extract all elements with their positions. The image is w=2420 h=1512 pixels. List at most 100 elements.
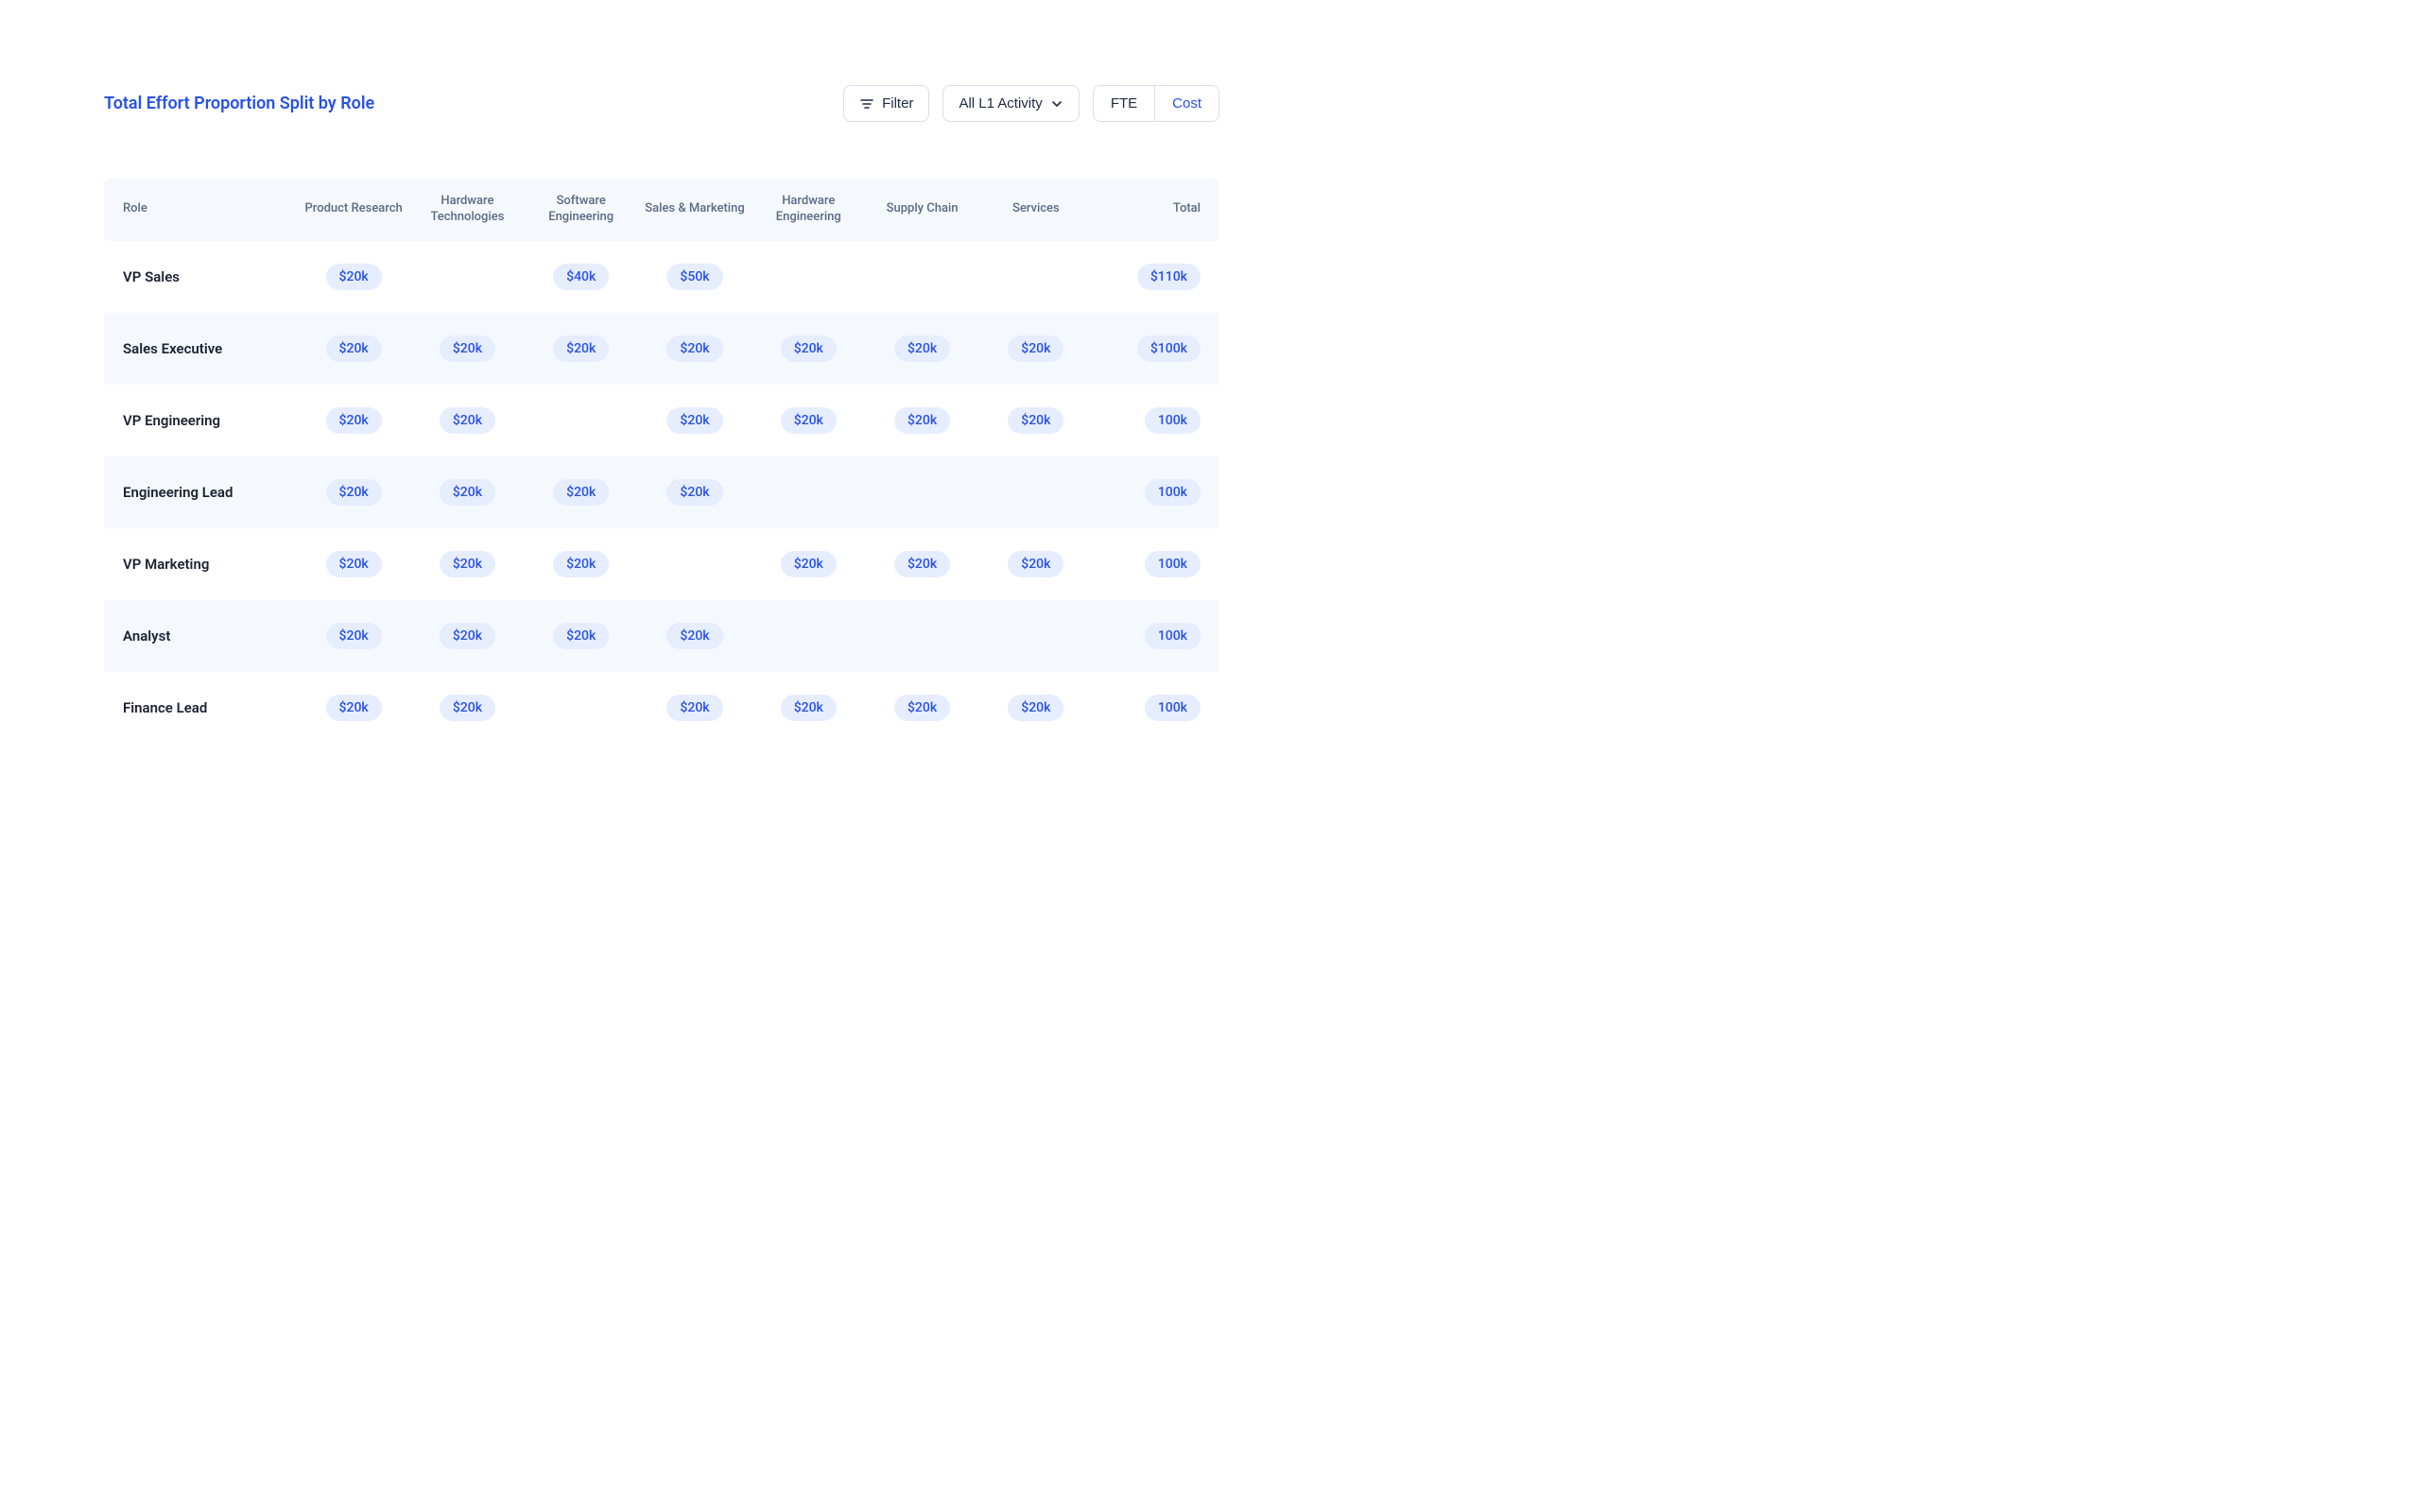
value-cell: $20k [301, 695, 406, 721]
value-pill: $20k [326, 479, 382, 506]
value-cell: $20k [869, 551, 975, 577]
effort-table: Role Product Research Hardware Technolog… [104, 179, 1219, 744]
role-name: Finance Lead [123, 699, 293, 716]
value-cell: $20k [414, 407, 520, 434]
value-cell: $20k [642, 407, 748, 434]
value-cell: $20k [869, 335, 975, 362]
value-pill: $20k [326, 623, 382, 649]
value-pill: $20k [666, 335, 722, 362]
value-pill: $20k [894, 335, 950, 362]
table-row: VP Engineering$20k$20k$20k$20k$20k$20k10… [104, 385, 1219, 456]
value-cell: $20k [528, 335, 634, 362]
activity-dropdown[interactable]: All L1 Activity [942, 85, 1079, 122]
total-pill: $110k [1137, 264, 1201, 290]
value-cell: $20k [301, 479, 406, 506]
value-pill: $20k [666, 695, 722, 721]
total-cell: 100k [1097, 479, 1201, 506]
metric-toggle: FTE Cost [1093, 85, 1219, 122]
total-cell: 100k [1097, 551, 1201, 577]
value-pill: $20k [553, 623, 609, 649]
total-cell: $110k [1097, 264, 1201, 290]
toggle-cost[interactable]: Cost [1155, 86, 1219, 121]
value-pill: $20k [1008, 407, 1063, 434]
total-pill: 100k [1145, 407, 1201, 434]
value-pill: $20k [894, 407, 950, 434]
value-cell: $20k [755, 695, 861, 721]
value-cell: $40k [528, 264, 634, 290]
value-pill: $20k [326, 264, 382, 290]
value-cell: $20k [528, 551, 634, 577]
value-pill: $20k [666, 479, 722, 506]
toggle-fte[interactable]: FTE [1094, 86, 1155, 121]
value-pill: $20k [440, 623, 495, 649]
value-pill: $20k [781, 695, 837, 721]
value-pill: $20k [894, 551, 950, 577]
col-sales-marketing: Sales & Marketing [642, 201, 748, 217]
total-pill: 100k [1145, 695, 1201, 721]
col-hardware-technologies: Hardware Technologies [414, 194, 520, 226]
value-cell: $20k [642, 479, 748, 506]
table-row: Finance Lead $20k $20k $20k $20k $20k $20k 100k [104, 672, 1219, 744]
table-row: Sales Executive$20k$20k$20k$20k$20k$20k$… [104, 313, 1219, 385]
col-services: Services [983, 201, 1089, 217]
total-pill: 100k [1145, 479, 1201, 506]
value-pill: $20k [666, 407, 722, 434]
activity-label: All L1 Activity [959, 95, 1042, 112]
header-controls: Filter All L1 Activity FTE Cost [843, 85, 1219, 122]
value-pill: $20k [553, 551, 609, 577]
value-pill: $20k [1008, 695, 1063, 721]
value-cell: $20k [642, 335, 748, 362]
value-cell: $20k [414, 479, 520, 506]
role-name: VP Sales [123, 268, 293, 285]
table-header: Role Product Research Hardware Technolog… [104, 179, 1219, 241]
value-pill: $20k [781, 335, 837, 362]
value-pill: $20k [781, 551, 837, 577]
value-pill: $20k [440, 479, 495, 506]
value-pill: $20k [326, 695, 382, 721]
chevron-down-icon [1050, 97, 1063, 111]
col-hardware-engineering: Hardware Engineering [755, 194, 861, 226]
value-pill: $20k [440, 407, 495, 434]
value-pill: $20k [326, 551, 382, 577]
table-row: VP Marketing $20k $20k $20k $20k $20k $20k 100k [104, 528, 1219, 600]
col-role: Role [123, 201, 293, 217]
total-cell: 100k [1097, 623, 1201, 649]
value-cell: $20k [983, 695, 1089, 721]
value-pill: $20k [553, 479, 609, 506]
value-cell: $20k [869, 407, 975, 434]
filter-button[interactable]: Filter [843, 85, 929, 122]
value-cell: $20k [528, 479, 634, 506]
value-pill: $20k [553, 335, 609, 362]
role-name: Analyst [123, 627, 293, 644]
value-pill: $20k [894, 695, 950, 721]
total-cell: 100k [1097, 407, 1201, 434]
table-row: VP Sales $20k $40k $50k $110k [104, 241, 1219, 313]
value-pill: $20k [1008, 335, 1063, 362]
value-cell: $20k [301, 335, 406, 362]
value-cell: $20k [642, 695, 748, 721]
value-cell: $20k [301, 551, 406, 577]
total-pill: $100k [1137, 335, 1201, 362]
total-cell: 100k [1097, 695, 1201, 721]
value-cell: $20k [528, 623, 634, 649]
value-pill: $50k [666, 264, 722, 290]
value-pill: $20k [440, 695, 495, 721]
value-cell: $20k [755, 335, 861, 362]
value-cell: $20k [983, 551, 1089, 577]
value-cell: $20k [414, 335, 520, 362]
value-cell: $20k [301, 264, 406, 290]
role-name: VP Engineering [123, 412, 293, 429]
value-pill: $20k [440, 335, 495, 362]
value-cell: $20k [301, 407, 406, 434]
value-cell: $20k [301, 623, 406, 649]
value-cell: $50k [642, 264, 748, 290]
value-pill: $20k [1008, 551, 1063, 577]
filter-icon [859, 96, 874, 112]
table-row: Engineering Lead$20k$20k$20k$20k100k [104, 456, 1219, 528]
role-name: VP Marketing [123, 556, 293, 573]
page-header: Total Effort Proportion Split by Role Fi… [104, 85, 1219, 122]
value-cell: $20k [414, 623, 520, 649]
total-pill: 100k [1145, 623, 1201, 649]
value-pill: $20k [440, 551, 495, 577]
value-pill: $20k [326, 335, 382, 362]
